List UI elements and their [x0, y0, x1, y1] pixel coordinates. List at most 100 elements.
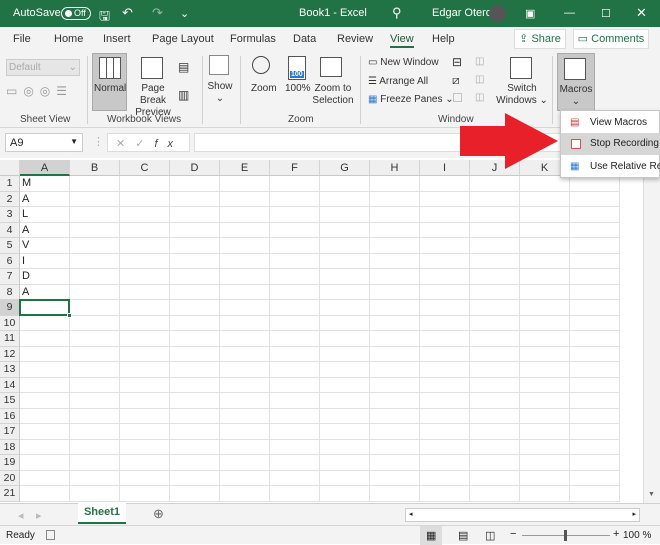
cell-B13[interactable] [70, 362, 120, 378]
save-icon[interactable]: 🖫 [99, 7, 110, 29]
cell-A3[interactable]: L [20, 207, 70, 223]
cell-H11[interactable] [370, 331, 420, 347]
cell-L6[interactable] [570, 253, 620, 269]
cell-H19[interactable] [370, 455, 420, 471]
column-header-F[interactable]: F [270, 160, 320, 176]
cell-H10[interactable] [370, 315, 420, 331]
autosave-toggle[interactable]: Off [61, 7, 91, 20]
cell-E17[interactable] [220, 424, 270, 440]
cell-B5[interactable] [70, 238, 120, 254]
cell-I6[interactable] [420, 253, 470, 269]
cell-B19[interactable] [70, 455, 120, 471]
tab-insert[interactable]: Insert [103, 33, 131, 45]
cell-D6[interactable] [170, 253, 220, 269]
row-header-8[interactable]: 8 [0, 284, 20, 300]
sheet-view-select[interactable]: Default ⌄ [6, 59, 80, 76]
cell-K12[interactable] [520, 346, 570, 362]
cell-C6[interactable] [120, 253, 170, 269]
row-header-10[interactable]: 10 [0, 315, 20, 331]
new-window-button[interactable]: ▭ New Window [368, 57, 439, 69]
page-layout-status-icon[interactable]: ▤ [458, 529, 468, 542]
cell-F20[interactable] [270, 470, 320, 486]
cell-F4[interactable] [270, 222, 320, 238]
cell-B12[interactable] [70, 346, 120, 362]
cell-I2[interactable] [420, 191, 470, 207]
cell-F1[interactable] [270, 176, 320, 192]
cell-A21[interactable] [20, 486, 70, 502]
arrange-all-button[interactable]: ☰ Arrange All [368, 76, 428, 88]
cell-G3[interactable] [320, 207, 370, 223]
cell-H14[interactable] [370, 377, 420, 393]
cell-K14[interactable] [520, 377, 570, 393]
cell-L1[interactable] [570, 176, 620, 192]
cell-G18[interactable] [320, 439, 370, 455]
cell-D21[interactable] [170, 486, 220, 502]
cell-D3[interactable] [170, 207, 220, 223]
cell-F14[interactable] [270, 377, 320, 393]
cell-K7[interactable] [520, 269, 570, 285]
column-header-C[interactable]: C [120, 160, 170, 176]
cell-J12[interactable] [470, 346, 520, 362]
zoom-to-selection-button[interactable]: Zoom to Selection [311, 83, 355, 107]
cell-G4[interactable] [320, 222, 370, 238]
cell-E8[interactable] [220, 284, 270, 300]
cell-K15[interactable] [520, 393, 570, 409]
cell-D16[interactable] [170, 408, 220, 424]
cell-G10[interactable] [320, 315, 370, 331]
cell-C18[interactable] [120, 439, 170, 455]
row-header-6[interactable]: 6 [0, 253, 20, 269]
cell-H5[interactable] [370, 238, 420, 254]
cell-F15[interactable] [270, 393, 320, 409]
row-header-12[interactable]: 12 [0, 346, 20, 362]
avatar[interactable] [489, 5, 506, 22]
cell-G2[interactable] [320, 191, 370, 207]
cell-H1[interactable] [370, 176, 420, 192]
zoom-out-icon[interactable]: − [510, 528, 516, 540]
cell-B3[interactable] [70, 207, 120, 223]
show-button[interactable]: Show ⌄ [205, 81, 235, 105]
splitter-icon[interactable]: ⋮ [93, 135, 104, 148]
cell-D1[interactable] [170, 176, 220, 192]
cell-K9[interactable] [520, 300, 570, 316]
zoom-level[interactable]: 100 % [623, 530, 651, 541]
cell-B6[interactable] [70, 253, 120, 269]
cell-F19[interactable] [270, 455, 320, 471]
cell-E1[interactable] [220, 176, 270, 192]
cell-H20[interactable] [370, 470, 420, 486]
cell-B11[interactable] [70, 331, 120, 347]
name-box[interactable]: A9 ▼ [5, 133, 83, 152]
cell-B7[interactable] [70, 269, 120, 285]
cell-I16[interactable] [420, 408, 470, 424]
cell-G21[interactable] [320, 486, 370, 502]
cell-G20[interactable] [320, 470, 370, 486]
cell-J4[interactable] [470, 222, 520, 238]
cell-J7[interactable] [470, 269, 520, 285]
column-header-G[interactable]: G [320, 160, 370, 176]
cell-H13[interactable] [370, 362, 420, 378]
cell-F5[interactable] [270, 238, 320, 254]
cell-K1[interactable] [520, 176, 570, 192]
cell-C13[interactable] [120, 362, 170, 378]
cell-I17[interactable] [420, 424, 470, 440]
cell-E20[interactable] [220, 470, 270, 486]
cell-L15[interactable] [570, 393, 620, 409]
tab-help[interactable]: Help [432, 33, 455, 45]
cell-I10[interactable] [420, 315, 470, 331]
cell-E4[interactable] [220, 222, 270, 238]
cell-B9[interactable] [70, 300, 120, 316]
cell-E10[interactable] [220, 315, 270, 331]
fill-handle[interactable] [67, 312, 72, 318]
switch-windows-button[interactable]: Switch Windows ⌄ [496, 83, 548, 107]
tab-page-layout[interactable]: Page Layout [152, 33, 214, 45]
cell-C3[interactable] [120, 207, 170, 223]
cell-E12[interactable] [220, 346, 270, 362]
cell-H9[interactable] [370, 300, 420, 316]
menu-item-stop-recording[interactable]: Stop Recording [561, 133, 660, 155]
row-header-4[interactable]: 4 [0, 222, 20, 238]
cell-F12[interactable] [270, 346, 320, 362]
cell-L12[interactable] [570, 346, 620, 362]
cell-L14[interactable] [570, 377, 620, 393]
cell-C8[interactable] [120, 284, 170, 300]
row-header-16[interactable]: 16 [0, 408, 20, 424]
row-header-13[interactable]: 13 [0, 362, 20, 378]
